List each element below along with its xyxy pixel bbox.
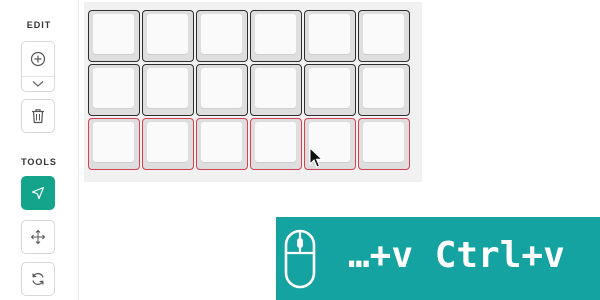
keycap — [93, 68, 134, 108]
key[interactable] — [250, 118, 302, 170]
add-options-dropdown[interactable] — [22, 77, 54, 91]
keystroke-text: …+v Ctrl+v — [348, 235, 565, 276]
keycap — [363, 68, 404, 108]
plus-circle-icon — [30, 51, 46, 67]
select-tool-button[interactable] — [21, 176, 55, 210]
key[interactable] — [88, 10, 140, 62]
move-tool-button[interactable] — [21, 220, 55, 254]
keycap — [309, 68, 350, 108]
key[interactable] — [358, 10, 410, 62]
delete-button[interactable] — [21, 99, 55, 133]
tools-section-title: TOOLS — [21, 157, 57, 167]
key[interactable] — [196, 118, 248, 170]
mouse-pointer-icon — [309, 147, 323, 168]
key[interactable] — [358, 64, 410, 116]
add-key-button[interactable] — [22, 42, 54, 76]
key[interactable] — [142, 118, 194, 170]
rotate-tool-button[interactable] — [21, 262, 55, 296]
chevron-down-icon — [32, 81, 44, 87]
key[interactable] — [88, 118, 140, 170]
key[interactable] — [142, 10, 194, 62]
key[interactable] — [142, 64, 194, 116]
keycap — [201, 14, 242, 54]
keycap — [147, 122, 188, 162]
trash-icon — [32, 109, 44, 124]
keycap — [255, 14, 296, 54]
keycap — [363, 122, 404, 162]
left-toolbar: EDIT TOOLS — [0, 0, 79, 300]
key[interactable] — [196, 64, 248, 116]
move-arrows-icon — [30, 229, 46, 245]
key[interactable] — [250, 10, 302, 62]
keycap — [93, 14, 134, 54]
keycap — [255, 68, 296, 108]
keycap — [147, 14, 188, 54]
keycap — [255, 122, 296, 162]
keycap — [201, 122, 242, 162]
add-key-group — [21, 41, 55, 92]
key[interactable] — [196, 10, 248, 62]
rotate-icon — [32, 273, 44, 285]
key[interactable] — [88, 64, 140, 116]
key[interactable] — [304, 10, 356, 62]
key[interactable] — [250, 64, 302, 116]
keycap — [147, 68, 188, 108]
keycap — [309, 14, 350, 54]
pointer-arrow-icon — [31, 186, 45, 200]
keycap — [201, 68, 242, 108]
keycap — [93, 122, 134, 162]
keystroke-overlay: …+v Ctrl+v — [276, 217, 600, 300]
keycap — [363, 14, 404, 54]
keyboard-layout — [84, 2, 422, 182]
mouse-icon — [284, 229, 316, 289]
key[interactable] — [358, 118, 410, 170]
key[interactable] — [304, 64, 356, 116]
edit-section-title: EDIT — [26, 20, 52, 30]
